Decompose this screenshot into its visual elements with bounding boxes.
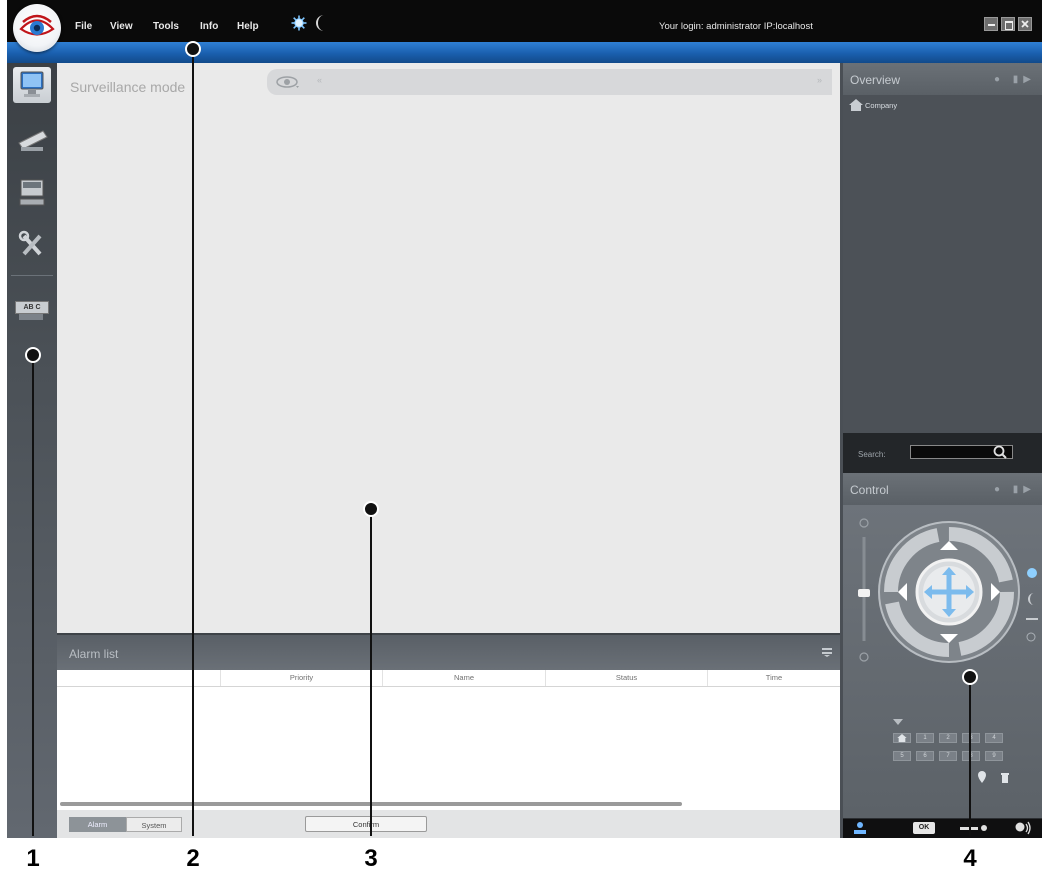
text-badge-base bbox=[19, 314, 43, 320]
eye-icon[interactable] bbox=[275, 74, 301, 90]
callout-leader-3 bbox=[370, 510, 372, 836]
operator-icon[interactable] bbox=[853, 821, 867, 835]
search-icon[interactable] bbox=[993, 445, 1008, 460]
ok-button[interactable]: OK bbox=[913, 822, 935, 834]
login-info: Your login: administrator IP:localhost bbox=[659, 21, 813, 32]
menu-view[interactable]: View bbox=[110, 21, 133, 32]
tree-item-label: Company bbox=[865, 101, 898, 110]
light-slider-icon[interactable] bbox=[960, 822, 990, 834]
trash-icon[interactable] bbox=[1000, 771, 1010, 783]
video-area[interactable]: Surveillance mode « » bbox=[57, 63, 840, 633]
keypad-key-1[interactable]: 1 bbox=[916, 733, 934, 743]
keypad-key-7[interactable]: 7 bbox=[939, 751, 957, 761]
search-label: Search: bbox=[858, 450, 886, 459]
column-header-name[interactable]: Name bbox=[382, 670, 545, 686]
ptz-control-area: 1 2 3 4 5 6 7 8 9 bbox=[843, 505, 1042, 818]
location-pin-icon[interactable] bbox=[977, 771, 987, 783]
menu-file[interactable]: File bbox=[75, 21, 92, 32]
keypad-key-6[interactable]: 6 bbox=[916, 751, 934, 761]
overview-panel: Overview ● ▮▶ Company bbox=[843, 63, 1042, 433]
control-panel: Control ● ▮▶ 1 2 3 4 5 6 7 8 9 bbox=[843, 473, 1042, 818]
menu-info[interactable]: Info bbox=[200, 21, 218, 32]
keypad-home-button[interactable] bbox=[893, 733, 911, 743]
callout-marker-3 bbox=[363, 501, 379, 517]
column-header-status[interactable]: Status bbox=[545, 670, 707, 686]
callout-leader-2 bbox=[192, 50, 194, 836]
app-logo bbox=[13, 4, 61, 52]
accent-bar bbox=[7, 42, 1042, 63]
eye-logo-icon bbox=[19, 14, 55, 36]
control-title: Control bbox=[850, 483, 889, 497]
callout-label-2: 2 bbox=[186, 845, 200, 872]
keypad-key-4[interactable]: 4 bbox=[985, 733, 1003, 743]
search-bar: Search: bbox=[843, 433, 1042, 473]
text-mode-button[interactable]: AB C bbox=[13, 293, 51, 329]
camera-icon bbox=[18, 130, 48, 151]
sidebar-divider bbox=[11, 275, 53, 276]
callout-leader-1 bbox=[32, 356, 34, 836]
camera-mode-button[interactable] bbox=[13, 121, 51, 157]
day-mode-icon[interactable] bbox=[291, 15, 307, 31]
close-button[interactable] bbox=[1018, 17, 1032, 31]
surveillance-mode-button[interactable] bbox=[13, 67, 51, 103]
callout-label-3: 3 bbox=[364, 845, 378, 872]
menu-tools[interactable]: Tools bbox=[153, 21, 179, 32]
tab-system[interactable]: System bbox=[126, 817, 182, 832]
home-icon bbox=[849, 99, 863, 111]
overview-title: Overview bbox=[850, 73, 901, 87]
wrench-screwdriver-icon bbox=[18, 230, 42, 256]
alarm-table-header: Priority Name Status Time bbox=[57, 670, 840, 687]
audio-icon[interactable] bbox=[1015, 821, 1033, 835]
panel-options-icon[interactable]: ● ▮▶ bbox=[994, 484, 1036, 495]
callout-label-4: 4 bbox=[963, 845, 977, 872]
monitor-icon bbox=[20, 71, 44, 97]
column-header-priority[interactable]: Priority bbox=[220, 670, 382, 686]
scroll-left-icon[interactable]: « bbox=[317, 75, 322, 85]
overview-header: Overview ● ▮▶ bbox=[843, 63, 1042, 95]
tree-item-company[interactable]: Company bbox=[849, 99, 898, 111]
minimize-button[interactable] bbox=[984, 17, 998, 31]
callout-marker-1 bbox=[25, 347, 41, 363]
control-toolbar: OK bbox=[843, 818, 1042, 838]
zoom-slider[interactable] bbox=[856, 517, 872, 667]
alarm-list-footer: Alarm System Confirm bbox=[57, 810, 840, 838]
display-mode-button[interactable] bbox=[13, 175, 51, 211]
alarm-list-title: Alarm list bbox=[69, 647, 119, 661]
close-icon bbox=[1021, 20, 1029, 28]
tools-mode-button[interactable] bbox=[13, 227, 51, 263]
keypad-key-9[interactable]: 9 bbox=[985, 751, 1003, 761]
column-header[interactable] bbox=[57, 670, 220, 686]
alarm-list-header: Alarm list bbox=[57, 633, 840, 670]
collapse-icon[interactable] bbox=[822, 647, 832, 657]
image-adjust-controls[interactable] bbox=[1021, 517, 1041, 667]
keypad-key-5[interactable]: 5 bbox=[893, 751, 911, 761]
text-badge: AB C bbox=[15, 301, 49, 314]
callout-marker-2 bbox=[185, 41, 201, 57]
ptz-joystick[interactable] bbox=[877, 517, 1027, 667]
confirm-button[interactable]: Confirm bbox=[305, 816, 427, 832]
view-toolbar: « » bbox=[267, 69, 832, 95]
night-mode-icon[interactable] bbox=[315, 14, 327, 32]
callout-marker-4 bbox=[962, 669, 978, 685]
alarm-table: Priority Name Status Time bbox=[57, 670, 840, 810]
keypad-key-3[interactable]: 3 bbox=[962, 733, 980, 743]
callout-label-1: 1 bbox=[26, 845, 40, 872]
application-window: File View Tools Info Help Your login: ad… bbox=[7, 0, 1042, 838]
page-title: Surveillance mode bbox=[70, 79, 186, 95]
keypad-key-2[interactable]: 2 bbox=[939, 733, 957, 743]
title-bar: File View Tools Info Help Your login: ad… bbox=[7, 0, 1042, 42]
maximize-button[interactable] bbox=[1001, 17, 1015, 31]
control-header: Control ● ▮▶ bbox=[843, 473, 1042, 505]
column-header-time[interactable]: Time bbox=[707, 670, 840, 686]
scroll-right-icon[interactable]: » bbox=[817, 75, 822, 85]
panel-options-icon[interactable]: ● ▮▶ bbox=[994, 74, 1036, 85]
tab-alarm[interactable]: Alarm bbox=[69, 817, 126, 832]
home-icon bbox=[897, 734, 907, 742]
callout-leader-4 bbox=[969, 678, 971, 836]
menu-help[interactable]: Help bbox=[237, 21, 259, 32]
keyboard-display-icon bbox=[19, 179, 45, 206]
expand-down-icon[interactable] bbox=[893, 719, 903, 725]
keypad-key-8[interactable]: 8 bbox=[962, 751, 980, 761]
